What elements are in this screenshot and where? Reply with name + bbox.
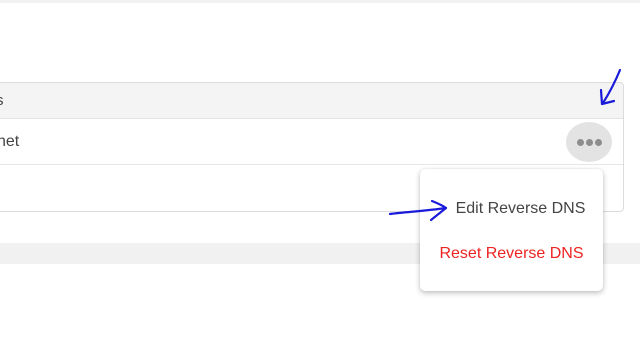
actions-dropdown-menu: Edit Reverse DNS Reset Reverse DNS bbox=[420, 169, 603, 291]
table-header: s bbox=[0, 83, 623, 119]
more-horizontal-icon bbox=[577, 139, 584, 146]
reset-reverse-dns-menu-item[interactable]: Reset Reverse DNS bbox=[420, 245, 603, 263]
row-value: net bbox=[0, 133, 20, 150]
more-horizontal-icon bbox=[586, 139, 593, 146]
column-header-label: s bbox=[0, 92, 4, 109]
more-options-button[interactable] bbox=[566, 122, 612, 162]
top-divider bbox=[0, 0, 640, 3]
table-row: net bbox=[0, 119, 623, 165]
more-horizontal-icon bbox=[595, 139, 602, 146]
edit-reverse-dns-menu-item[interactable]: Edit Reverse DNS bbox=[420, 200, 603, 218]
